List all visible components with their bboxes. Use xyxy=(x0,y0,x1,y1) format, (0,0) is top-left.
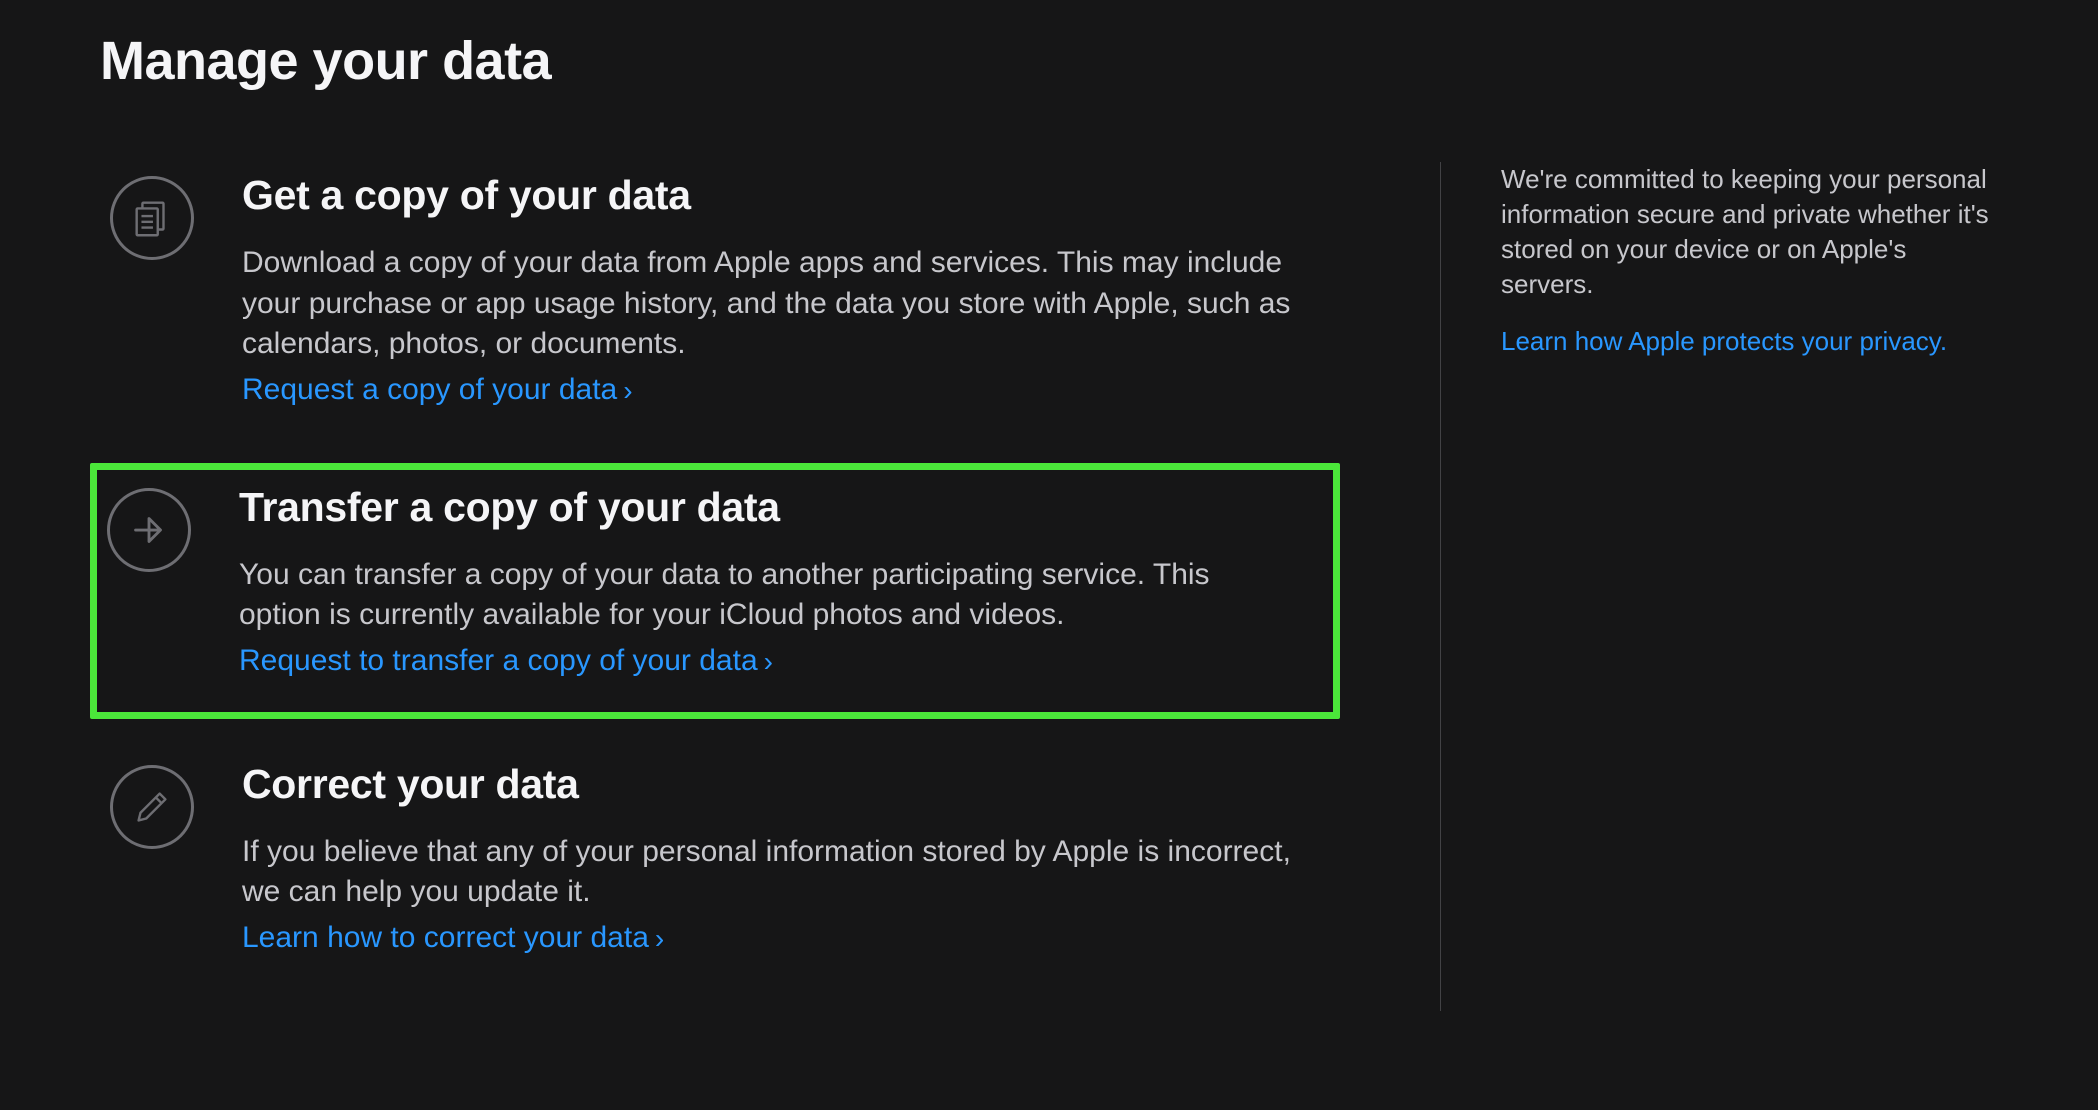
document-copy-icon xyxy=(110,176,194,260)
chevron-right-icon: › xyxy=(655,923,664,955)
section-transfer-copy: Transfer a copy of your data You can tra… xyxy=(90,463,1340,719)
learn-correct-link[interactable]: Learn how to correct your data › xyxy=(242,921,664,955)
section-description: If you believe that any of your personal… xyxy=(242,832,1302,913)
chevron-right-icon: › xyxy=(623,375,632,407)
pencil-icon xyxy=(110,765,194,849)
chevron-right-icon: › xyxy=(764,646,773,678)
section-description: Download a copy of your data from Apple … xyxy=(242,243,1302,365)
section-description: You can transfer a copy of your data to … xyxy=(239,555,1299,636)
link-text: Learn how to correct your data xyxy=(242,921,649,955)
transfer-arrow-icon xyxy=(107,488,191,572)
section-get-copy: Get a copy of your data Download a copy … xyxy=(100,162,1380,425)
section-body: Correct your data If you believe that an… xyxy=(242,761,1370,955)
sidebar-text: We're committed to keeping your personal… xyxy=(1501,162,1990,302)
main-column: Get a copy of your data Download a copy … xyxy=(100,162,1380,1011)
link-text: Request a copy of your data xyxy=(242,373,617,407)
content-wrapper: Get a copy of your data Download a copy … xyxy=(100,162,1998,1011)
page-title: Manage your data xyxy=(100,30,1998,92)
section-title: Correct your data xyxy=(242,761,1370,808)
request-copy-link[interactable]: Request a copy of your data › xyxy=(242,373,633,407)
request-transfer-link[interactable]: Request to transfer a copy of your data … xyxy=(239,644,773,678)
sidebar: We're committed to keeping your personal… xyxy=(1440,162,1990,1011)
section-body: Get a copy of your data Download a copy … xyxy=(242,172,1370,407)
section-correct-data: Correct your data If you believe that an… xyxy=(100,751,1380,973)
section-title: Transfer a copy of your data xyxy=(239,484,1323,531)
privacy-link[interactable]: Learn how Apple protects your privacy. xyxy=(1501,326,1947,356)
section-title: Get a copy of your data xyxy=(242,172,1370,219)
link-text: Request to transfer a copy of your data xyxy=(239,644,758,678)
section-body: Transfer a copy of your data You can tra… xyxy=(239,484,1323,678)
